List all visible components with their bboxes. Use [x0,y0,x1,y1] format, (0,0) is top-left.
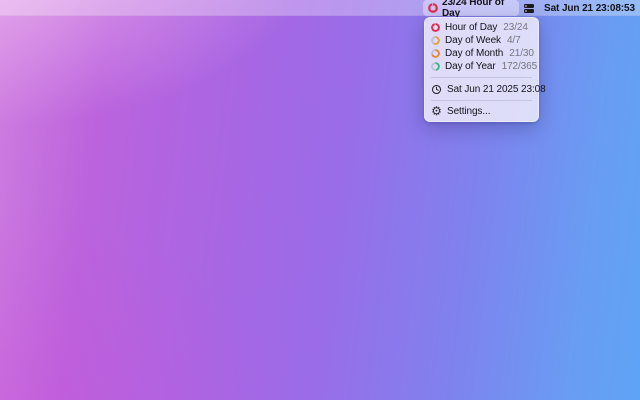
dropdown-menu: Hour of Day 23/24 Day of Week 4/7 Day of… [424,17,546,122]
progress-ring-icon [428,3,438,13]
menubar-clock-text: Sat Jun 21 23:08:53 [544,2,635,14]
menu-item-value: 23/24 [503,22,528,33]
menu-item-label: Settings... [447,106,491,117]
menubar-item-stack[interactable] [521,0,537,16]
menu-item-label: Hour of Day [445,22,498,33]
menu-item-value: 4/7 [506,35,521,46]
menu-item-label: Day of Year [445,61,496,72]
menu-bar: 23/24 Hour of Day Sat Jun 21 23:08:53 [0,0,640,19]
stacked-bars-icon [524,3,534,13]
menu-separator [431,77,532,78]
progress-ring-icon [431,36,440,45]
menu-item-day-of-month[interactable]: Day of Month 21/30 [425,47,538,60]
menu-item-settings[interactable]: ⚙ Settings... [425,105,538,118]
menubar-clock[interactable]: Sat Jun 21 23:08:53 [544,0,636,16]
menu-item-day-of-year[interactable]: Day of Year 172/365 [425,60,538,73]
menu-item-label: Day of Week [445,35,501,46]
menu-item-value: 21/30 [509,48,534,59]
progress-ring-icon [431,23,440,32]
menu-item-day-of-week[interactable]: Day of Week 4/7 [425,34,538,47]
menu-item-label: Day of Month [445,48,504,59]
clock-icon [431,84,442,95]
progress-ring-icon [431,49,440,58]
menu-item-hour-of-day[interactable]: Hour of Day 23/24 [425,21,538,34]
menu-item-label: Sat Jun 21 2025 23:08 [447,83,546,95]
menu-separator [431,100,532,101]
progress-ring-icon [431,62,440,71]
menubar-item-hour-of-day[interactable]: 23/24 Hour of Day [423,0,519,19]
menu-item-value: 172/365 [501,61,538,72]
desktop-wallpaper [0,0,640,400]
gear-icon: ⚙ [431,104,442,118]
menu-item-datetime[interactable]: Sat Jun 21 2025 23:08 [425,82,546,96]
